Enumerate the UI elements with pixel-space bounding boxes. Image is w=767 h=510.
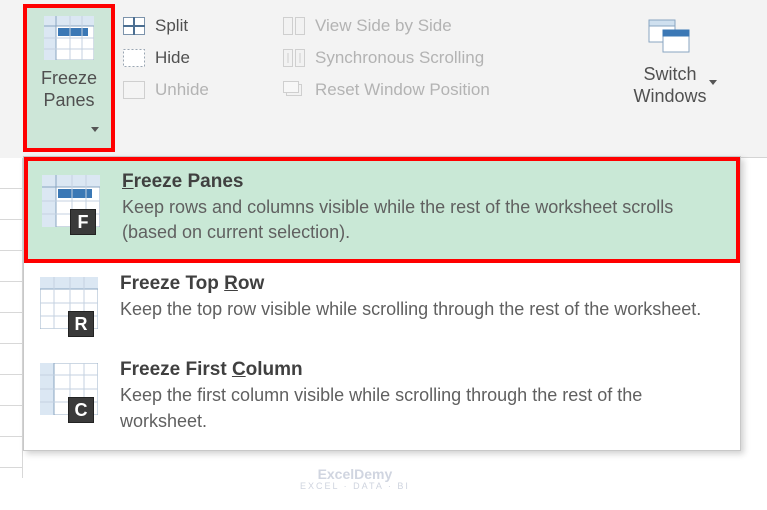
unhide-button: Unhide [115, 74, 275, 106]
ribbon-left-stub [0, 4, 23, 158]
split-icon [123, 17, 145, 35]
view-side-by-side-label: View Side by Side [315, 16, 452, 36]
view-side-by-side-icon [283, 17, 305, 35]
freeze-panes-label-line1: Freeze [41, 68, 97, 88]
menu-item-freeze-panes[interactable]: F Freeze Panes Keep rows and columns vis… [24, 157, 740, 263]
window-options-group: Split Hide Unhide [115, 4, 275, 106]
menu-icon-freeze-top-row: R [40, 277, 98, 335]
chevron-down-icon [91, 127, 99, 132]
menu-title: Freeze First Column [120, 359, 724, 381]
menu-title: Freeze Top Row [120, 273, 724, 295]
unhide-icon [123, 81, 145, 99]
menu-desc: Keep rows and columns visible while the … [122, 195, 722, 245]
menu-title-post: olumn [246, 359, 303, 380]
synchronous-scrolling-label: Synchronous Scrolling [315, 48, 484, 68]
menu-title: Freeze Panes [122, 171, 722, 193]
menu-title-pre: Freeze First [120, 359, 232, 380]
menu-title-u: C [232, 359, 246, 380]
chevron-down-icon [709, 80, 717, 85]
reset-window-position-label: Reset Window Position [315, 80, 490, 100]
synchronous-scrolling-button: Synchronous Scrolling [283, 42, 605, 74]
menu-title-post: reeze Panes [134, 171, 244, 192]
keytip-c: C [68, 397, 94, 423]
menu-text: Freeze Panes Keep rows and columns visib… [122, 171, 722, 245]
menu-item-freeze-first-column[interactable]: C Freeze First Column Keep the first col… [26, 349, 738, 447]
freeze-panes-label: Freeze Panes [41, 68, 97, 111]
switch-windows-label-line2: Windows [633, 86, 706, 106]
menu-desc: Keep the first column visible while scro… [120, 383, 724, 433]
view-side-by-side-button: View Side by Side [283, 10, 605, 42]
watermark-tag: EXCEL · DATA · BI [300, 482, 410, 492]
menu-title-u: F [122, 171, 134, 192]
menu-title-post: ow [238, 273, 264, 294]
freeze-panes-button[interactable]: Freeze Panes [23, 4, 115, 152]
side-by-side-group: View Side by Side Synchronous Scrolling … [275, 4, 605, 106]
menu-item-freeze-top-row[interactable]: R Freeze Top Row Keep the top row visibl… [26, 263, 738, 349]
switch-windows-button[interactable]: Switch Windows [605, 4, 735, 107]
synchronous-scrolling-icon [283, 49, 305, 67]
menu-text: Freeze First Column Keep the first colum… [120, 359, 724, 433]
reset-window-position-icon [283, 81, 305, 99]
freeze-panes-icon [44, 16, 94, 60]
unhide-label: Unhide [155, 80, 209, 100]
menu-text: Freeze Top Row Keep the top row visible … [120, 273, 724, 322]
keytip-r: R [68, 311, 94, 337]
switch-windows-label-line1: Switch [643, 64, 696, 84]
menu-title-u: R [224, 273, 238, 294]
freeze-panes-label-line2: Panes [43, 90, 94, 110]
split-label: Split [155, 16, 188, 36]
keytip-f: F [70, 209, 96, 235]
ribbon: Freeze Panes Split Hide [0, 0, 767, 158]
reset-window-position-button: Reset Window Position [283, 74, 605, 106]
watermark: ExcelDemy EXCEL · DATA · BI [300, 467, 410, 492]
switch-windows-label: Switch Windows [633, 64, 706, 107]
hide-label: Hide [155, 48, 190, 68]
switch-windows-icon [645, 12, 695, 56]
worksheet-grid-left [0, 158, 23, 510]
hide-icon [123, 49, 145, 67]
menu-icon-freeze-first-column: C [40, 363, 98, 421]
split-button[interactable]: Split [115, 10, 275, 42]
hide-button[interactable]: Hide [115, 42, 275, 74]
menu-title-pre: Freeze Top [120, 273, 224, 294]
watermark-name: ExcelDemy [300, 467, 410, 482]
menu-desc: Keep the top row visible while scrolling… [120, 297, 724, 322]
menu-icon-freeze-panes: F [42, 175, 100, 233]
freeze-panes-dropdown: F Freeze Panes Keep rows and columns vis… [23, 156, 741, 451]
